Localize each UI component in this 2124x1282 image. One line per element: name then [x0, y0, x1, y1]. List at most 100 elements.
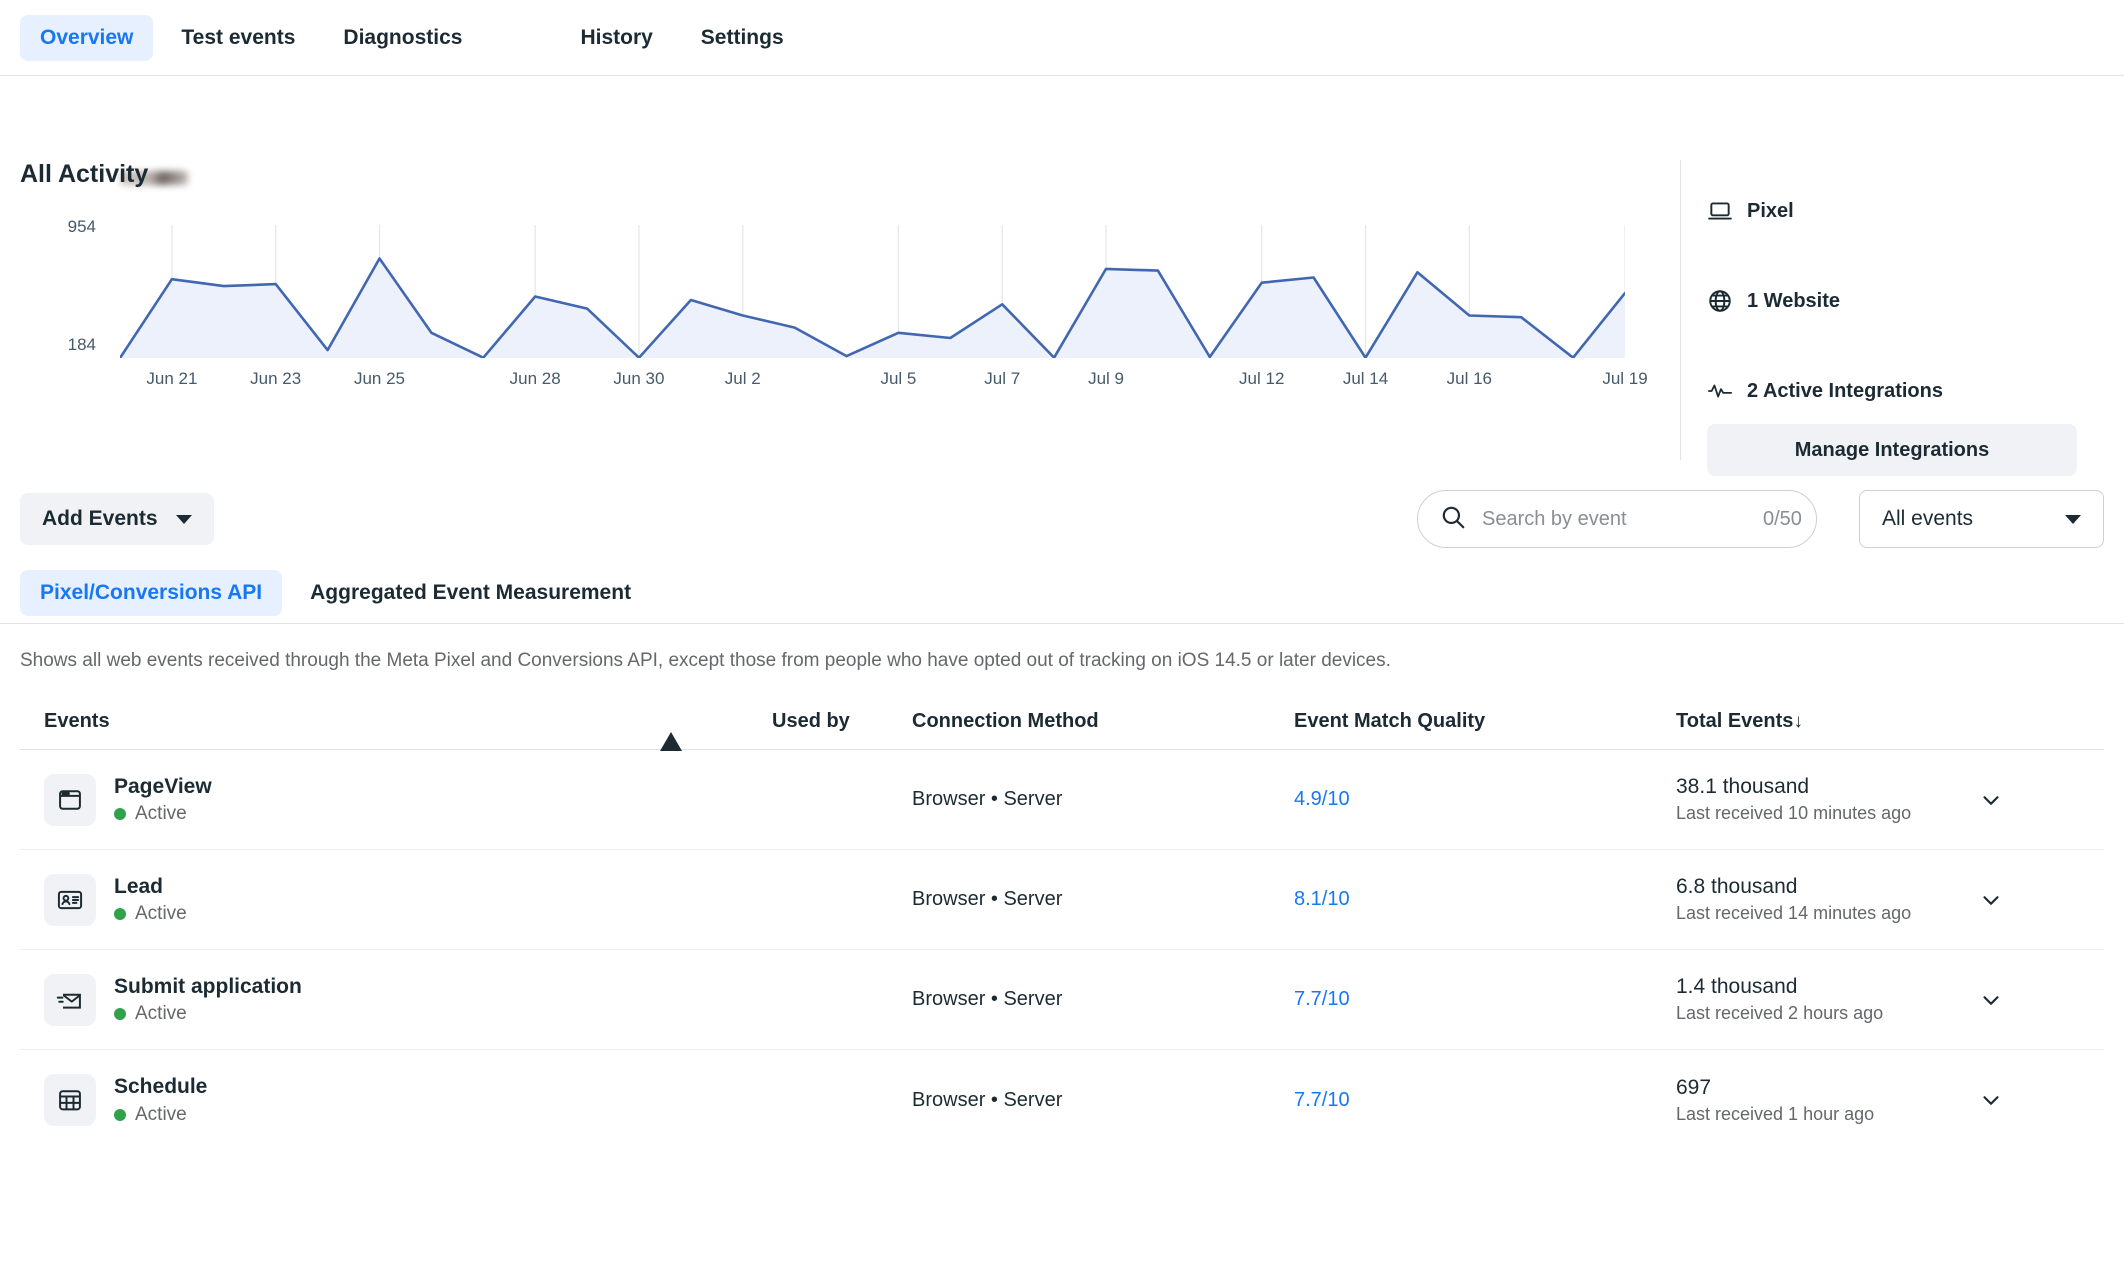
all-activity-chart: 954 184 Jun 21 Jun 23 Jun 25 Jun 28 Jun 30 Ju…	[20, 217, 1680, 467]
event-name: PageView	[114, 774, 212, 798]
chevron-down-icon	[175, 514, 192, 524]
event-match-quality-link[interactable]: 7.7/10	[1294, 1089, 1350, 1111]
total-events-value: 1.4 thousand	[1676, 975, 1798, 999]
activity-line-svg	[120, 225, 1625, 358]
redacted-account-label	[0, 76, 2124, 185]
subtab-aggregated-event-measurement[interactable]: Aggregated Event Measurement	[290, 570, 651, 616]
event-match-quality-cell: 7.7/10	[1294, 1089, 1676, 1112]
x-axis-tick-label: Jun 25	[353, 369, 405, 388]
column-header-connection-method[interactable]: Connection Method	[912, 710, 1294, 733]
column-header-event-match-quality[interactable]: Event Match Quality	[1294, 710, 1676, 733]
page-title: All Activity	[20, 160, 149, 188]
table-row[interactable]: PageView Active Browser • Server 4.9/10 38.1…	[20, 750, 2104, 850]
connection-method-cell: Browser • Server	[912, 888, 1063, 910]
y-axis-max-label: 954	[67, 217, 96, 236]
send-envelope-icon	[44, 973, 96, 1026]
sub-tab-bar: Pixel/Conversions API Aggregated Event M…	[0, 549, 2124, 623]
column-header-total-events[interactable]: Total Events↓	[1676, 710, 2104, 733]
event-name: Lead	[114, 874, 164, 898]
expand-row-chevron-down-icon[interactable]	[1974, 983, 2008, 1017]
event-match-quality-link[interactable]: 7.7/10	[1294, 988, 1350, 1010]
table-controls-row: Add Events 0/50 All events	[0, 467, 2124, 549]
last-received-label: Last received 2 hours ago	[1676, 1003, 1884, 1024]
total-events-text: 1.4 thousand Last received 2 hours ago	[1676, 973, 1926, 1026]
search-icon	[1440, 504, 1466, 535]
laptop-icon	[1707, 198, 1733, 224]
info-row-website: 1 Website	[1707, 278, 2080, 324]
tab-history[interactable]: History	[560, 15, 672, 61]
x-axis-tick-label: Jul 16	[1446, 369, 1492, 388]
total-events-value: 38.1 thousand	[1676, 775, 1810, 799]
connection-method-cell: Browser • Server	[912, 1088, 1063, 1111]
chart-x-axis: Jun 21 Jun 23 Jun 25 Jun 28 Jun 30 Jul 2 Jul 5…	[120, 369, 1647, 393]
activity-chart-column: All Activity 954 184 Jun 21 Jun 23 Jun 25 J…	[20, 142, 1680, 467]
search-box[interactable]: 0/50	[1417, 490, 1817, 548]
status-badge: Active	[114, 803, 212, 825]
status-badge: Active	[114, 1003, 302, 1025]
status-badge: Active	[114, 1104, 207, 1126]
event-match-quality-cell: 4.9/10	[1294, 788, 1676, 811]
event-info: Submit application Active	[114, 974, 302, 1025]
table-body: PageView Active Browser • Server 4.9/10 38.1…	[20, 750, 2104, 1150]
activity-section: All Activity 954 184 Jun 21 Jun 23 Jun 25 J…	[0, 142, 2124, 476]
status-dot-icon	[114, 908, 126, 921]
tab-settings[interactable]: Settings	[681, 15, 804, 61]
column-header-events[interactable]: Events	[20, 710, 660, 733]
x-axis-tick-label: Jun 23	[250, 369, 302, 388]
status-label: Active	[135, 903, 187, 925]
search-char-count: 0/50	[1763, 507, 1802, 530]
status-label: Active	[135, 803, 187, 825]
column-header-total-events-label: Total Events	[1676, 710, 1794, 732]
search-input[interactable]	[1482, 507, 1747, 531]
info-label-integrations: 2 Active Integrations	[1747, 379, 1943, 402]
event-cell: Submit application Active	[20, 973, 660, 1026]
last-received-label: Last received 10 minutes ago	[1676, 803, 1912, 824]
status-dot-icon	[114, 1108, 126, 1121]
contact-card-icon	[44, 873, 96, 926]
status-badge: Active	[114, 903, 187, 925]
subtab-pixel-conversions-api[interactable]: Pixel/Conversions API	[20, 570, 283, 616]
total-events-text: 6.8 thousand Last received 14 minutes ago	[1676, 873, 1926, 926]
event-match-quality-cell: 7.7/10	[1294, 988, 1676, 1011]
x-axis-tick-label: Jun 28	[509, 369, 561, 388]
tab-diagnostics[interactable]: Diagnostics	[323, 15, 482, 61]
total-events-cell: 697 Last received 1 hour ago	[1676, 1074, 2104, 1127]
info-label-website: 1 Website	[1747, 289, 1840, 312]
browser-window-icon	[44, 773, 96, 826]
warning-icon	[660, 710, 682, 751]
column-header-used-by[interactable]: Used by	[772, 710, 912, 733]
x-axis-tick-label: Jun 30	[613, 369, 665, 388]
event-info: PageView Active	[114, 774, 212, 825]
status-label: Active	[135, 1003, 187, 1025]
table-header-row: Events Used by Connection Method Event M…	[20, 694, 2104, 751]
table-row[interactable]: Schedule Active Browser • Server 7.7/10 697 L…	[20, 1050, 2104, 1150]
event-match-quality-cell: 8.1/10	[1294, 888, 1676, 911]
tab-test-events[interactable]: Test events	[161, 15, 315, 61]
event-match-quality-link[interactable]: 8.1/10	[1294, 888, 1350, 910]
expand-row-chevron-down-icon[interactable]	[1974, 883, 2008, 917]
events-table: Events Used by Connection Method Event M…	[0, 694, 2124, 1150]
manage-integrations-button[interactable]: Manage Integrations	[1707, 424, 2077, 476]
expand-row-chevron-down-icon[interactable]	[1974, 1083, 2008, 1117]
event-match-quality-link[interactable]: 4.9/10	[1294, 788, 1350, 810]
event-filter-select[interactable]: All events	[1859, 490, 2104, 548]
event-info: Schedule Active	[114, 1074, 207, 1125]
x-axis-tick-label: Jul 5	[880, 369, 917, 388]
status-dot-icon	[114, 808, 126, 821]
tab-overview[interactable]: Overview	[20, 14, 154, 61]
table-description: Shows all web events received through th…	[20, 650, 1391, 671]
x-axis-tick-label: Jul 2	[724, 369, 761, 388]
total-events-cell: 1.4 thousand Last received 2 hours ago	[1676, 973, 2104, 1026]
calendar-grid-icon	[44, 1074, 96, 1126]
table-row[interactable]: Lead Active Browser • Server 8.1/10 6.8 thou…	[20, 850, 2104, 950]
connection-method-cell: Browser • Server	[912, 988, 1063, 1010]
status-dot-icon	[114, 1008, 126, 1021]
last-received-label: Last received 14 minutes ago	[1676, 903, 1912, 924]
expand-row-chevron-down-icon[interactable]	[1974, 783, 2008, 817]
y-axis-min-label: 184	[67, 335, 96, 354]
table-row[interactable]: Submit application Active Browser • Server…	[20, 950, 2104, 1050]
column-header-warning	[660, 710, 772, 751]
total-events-cell: 38.1 thousand Last received 10 minutes ag…	[1676, 773, 2104, 826]
info-row-integrations: 2 Active Integrations	[1707, 368, 2080, 414]
add-events-button[interactable]: Add Events	[20, 493, 214, 545]
